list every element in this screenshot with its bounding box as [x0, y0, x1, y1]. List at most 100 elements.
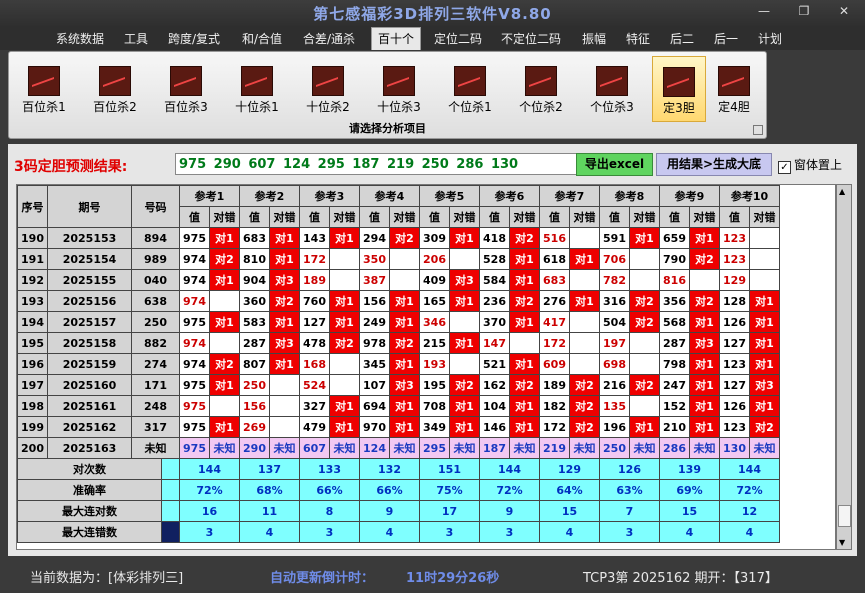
subheader-value: 值 — [359, 206, 390, 228]
row-number: 317 — [131, 416, 180, 438]
stats-row: 最大连对数 16 11 8 9 17 9 15 7 15 12 — [17, 500, 780, 522]
menu-item-last-two[interactable]: 后二 — [670, 30, 694, 47]
export-excel-button[interactable]: 导出excel — [576, 153, 653, 176]
cell-hit: 对2 — [629, 311, 660, 333]
table-row[interactable]: 195 2025158 882 974 287 对3 478 对2 978 对2 215 对1 147 1… — [17, 332, 780, 354]
ribbon-button-units-kill-2[interactable]: 个位杀2 — [511, 56, 571, 120]
header-group: 参考2 — [239, 185, 300, 207]
row-seq: 195 — [17, 332, 48, 354]
stats-value: 66% — [359, 479, 420, 501]
cell-hit: 对1 — [509, 416, 540, 438]
table-row[interactable]: 199 2025162 317 975 对1 269 479 对1 970 对1 349 对1 146 对… — [17, 416, 780, 438]
stats-label: 准确率 — [17, 479, 162, 501]
menu-item-digits[interactable]: 百十个 — [371, 27, 422, 50]
table-row[interactable]: 196 2025159 274 974 对2 807 对1 168 345 对1 193 521 对1 6… — [17, 353, 780, 375]
cell-hit: 对1 — [449, 332, 480, 354]
stats-value: 139 — [659, 458, 720, 480]
cell-hit — [569, 353, 600, 375]
ribbon-button-hundreds-kill-3[interactable]: 百位杀3 — [156, 56, 216, 120]
cell-value: 196 — [599, 416, 630, 438]
cell-value: 216 — [599, 374, 630, 396]
ribbon-button-hundreds-kill-1[interactable]: 百位杀1 — [14, 56, 74, 120]
cell-hit — [569, 227, 600, 249]
ribbon-button-tens-kill-1[interactable]: 十位杀1 — [227, 56, 287, 120]
cell-value: 521 — [479, 353, 510, 375]
cell-hit: 未知 — [509, 437, 540, 459]
chart-icon — [454, 66, 486, 96]
ribbon-button-units-kill-3[interactable]: 个位杀3 — [582, 56, 642, 120]
stats-value: 126 — [599, 458, 660, 480]
cell-value: 418 — [479, 227, 510, 249]
close-button[interactable]: ✕ — [831, 4, 857, 18]
table-row[interactable]: 190 2025153 894 975 对1 683 对1 143 对1 294 对2 309 对1 41… — [17, 227, 780, 249]
generate-base-button[interactable]: 用结果>生成大底 — [656, 153, 772, 176]
scroll-down-icon[interactable]: ▼ — [839, 538, 845, 547]
menu-item-diff-kill[interactable]: 合差/通杀 — [303, 30, 355, 47]
prediction-result-field[interactable]: 975 290 607 124 295 187 219 250 286 130 — [175, 153, 583, 175]
cell-value: 187 — [479, 437, 510, 459]
menu-item-span[interactable]: 跨度/复式 — [168, 30, 220, 47]
cell-hit: 对1 — [749, 395, 780, 417]
pending-row[interactable]: 200 2025163 未知 975 未知 290 未知 607 未知 124 未知 295 未知 187… — [17, 437, 780, 459]
menu-item-tools[interactable]: 工具 — [124, 30, 148, 47]
header-group: 参考6 — [479, 185, 540, 207]
ribbon-button-tens-kill-2[interactable]: 十位杀2 — [298, 56, 358, 120]
vertical-scrollbar[interactable]: ▲ ▼ — [836, 184, 852, 550]
scroll-up-icon[interactable]: ▲ — [839, 187, 845, 196]
table-row[interactable]: 198 2025161 248 975 156 327 对1 694 对1 708 对1 104 对1 1… — [17, 395, 780, 417]
results-grid[interactable]: 序号 期号 号码 参考1 参考2 参考3 参考4 参考5 参考6 参考7 参考8 参考9 参考10 值对错… — [16, 184, 836, 550]
table-row[interactable]: 192 2025155 040 974 对1 904 对3 189 387 409 对3 584 对1 6… — [17, 269, 780, 291]
cell-hit: 对2 — [569, 374, 600, 396]
ribbon-expand-icon[interactable] — [753, 125, 763, 135]
cell-hit — [629, 269, 660, 291]
ribbon-button-hundreds-kill-2[interactable]: 百位杀2 — [85, 56, 145, 120]
cell-value: 975 — [179, 437, 210, 459]
prediction-label: 3码定胆预测结果: — [14, 159, 128, 175]
menu-item-amplitude[interactable]: 振幅 — [582, 30, 606, 47]
table-row[interactable]: 194 2025157 250 975 对1 583 对1 127 对1 249 对1 346 370 对… — [17, 311, 780, 333]
cell-value: 210 — [659, 416, 690, 438]
minimize-button[interactable]: — — [751, 4, 777, 18]
menu-item-feature[interactable]: 特征 — [626, 30, 650, 47]
cell-value: 683 — [539, 269, 570, 291]
subheader-value: 值 — [719, 206, 750, 228]
menu-item-sum[interactable]: 和/合值 — [242, 30, 282, 47]
ribbon-button-units-kill-1[interactable]: 个位杀1 — [440, 56, 500, 120]
cell-hit: 对2 — [509, 290, 540, 312]
menu-item-plan[interactable]: 计划 — [758, 30, 782, 47]
row-number: 274 — [131, 353, 180, 375]
cell-value: 327 — [299, 395, 330, 417]
cell-hit — [629, 248, 660, 270]
ribbon-button-fixed-4[interactable]: 定4胆 — [708, 56, 760, 120]
stats-value: 151 — [419, 458, 480, 480]
header-group: 参考3 — [299, 185, 360, 207]
table-row[interactable]: 193 2025156 638 974 360 对2 760 对1 156 对1 165 对1 236 对… — [17, 290, 780, 312]
menu-item-system-data[interactable]: 系统数据 — [56, 30, 104, 47]
ribbon-button-tens-kill-3[interactable]: 十位杀3 — [369, 56, 429, 120]
menu-item-unfixed-pair[interactable]: 不定位二码 — [501, 30, 561, 47]
stats-spacer — [161, 458, 180, 480]
cell-value: 609 — [539, 353, 570, 375]
window-on-top-checkbox[interactable]: ✓ 窗体置上 — [778, 156, 842, 174]
row-period: 2025155 — [47, 269, 132, 291]
cell-hit: 对1 — [749, 332, 780, 354]
maximize-button[interactable]: ❐ — [791, 4, 817, 18]
cell-value: 147 — [479, 332, 510, 354]
cell-value: 387 — [359, 269, 390, 291]
table-row[interactable]: 197 2025160 171 975 对1 250 524 107 对3 195 对2 162 对2 1… — [17, 374, 780, 396]
menu-item-last-one[interactable]: 后一 — [714, 30, 738, 47]
menu-item-fixed-pair[interactable]: 定位二码 — [434, 30, 482, 47]
stats-value: 3 — [299, 521, 360, 543]
cell-value: 349 — [419, 416, 450, 438]
cell-hit: 对1 — [389, 395, 420, 417]
cell-value: 193 — [419, 353, 450, 375]
table-row[interactable]: 191 2025154 989 974 对2 810 对1 172 350 206 528 对1 618… — [17, 248, 780, 270]
cell-value: 975 — [179, 374, 210, 396]
cell-value: 126 — [719, 311, 750, 333]
row-number: 171 — [131, 374, 180, 396]
cell-hit — [629, 395, 660, 417]
scrollbar-thumb[interactable] — [838, 505, 851, 527]
stats-spacer — [161, 479, 180, 501]
header-group: 参考10 — [719, 185, 780, 207]
ribbon-button-fixed-3[interactable]: 定3胆 — [652, 56, 706, 122]
